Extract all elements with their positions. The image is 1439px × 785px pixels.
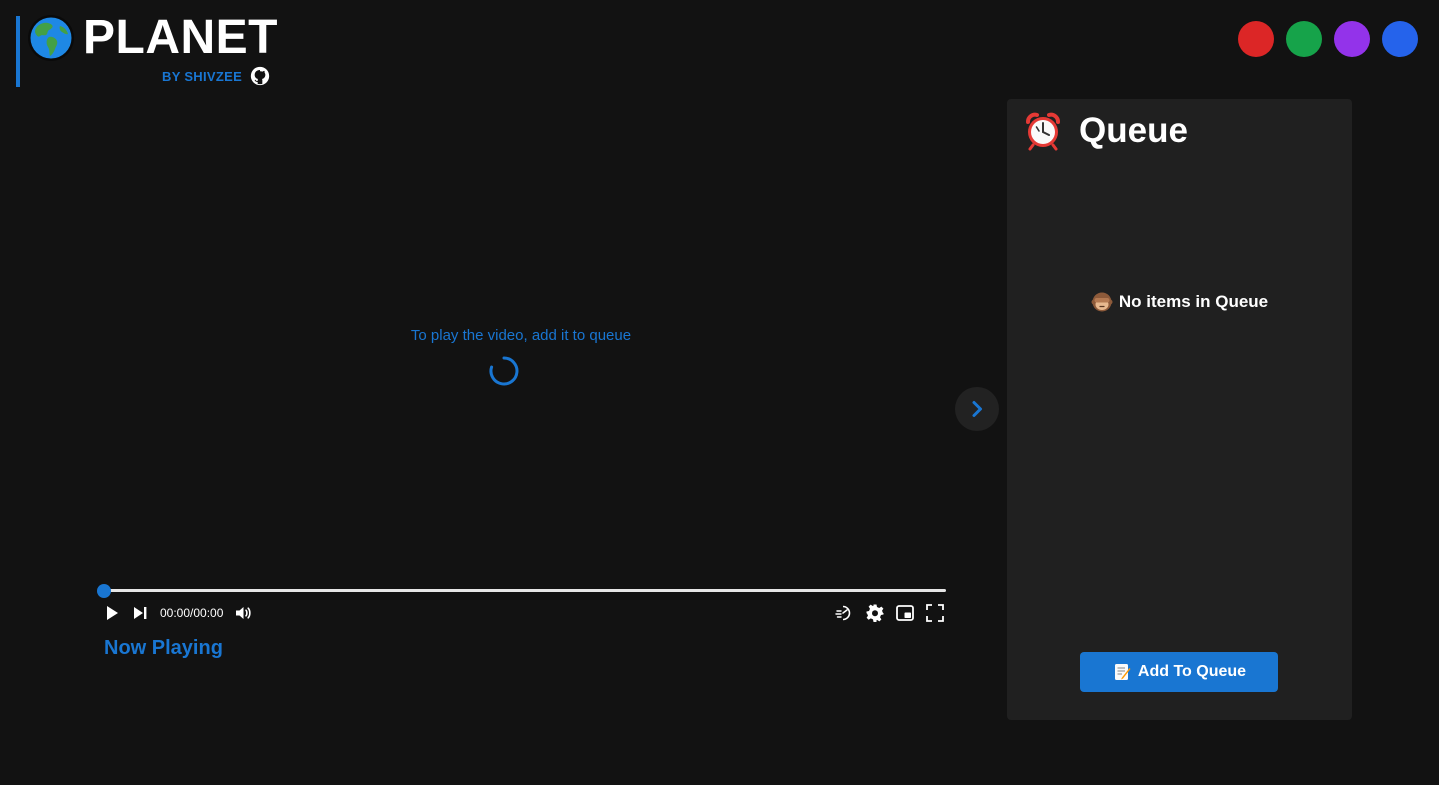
progress-track[interactable] — [104, 589, 946, 592]
settings-gear-icon[interactable] — [865, 603, 885, 623]
now-playing-label: Now Playing — [104, 637, 223, 659]
chevron-right-icon — [972, 401, 982, 417]
volume-icon[interactable] — [233, 603, 253, 623]
memo-icon — [1114, 664, 1131, 680]
app-title: PLANET — [83, 11, 278, 64]
queue-panel: Queue No items in Queue Add To Queue — [1007, 99, 1352, 720]
play-icon[interactable] — [102, 603, 122, 623]
queue-header: Queue — [1023, 111, 1188, 151]
see-no-evil-monkey-icon — [1091, 292, 1113, 312]
time-display: 00:00/00:00 — [160, 606, 224, 620]
player-controls-right — [835, 603, 945, 623]
brand-accent-bar — [16, 16, 20, 87]
theme-dot-red[interactable] — [1238, 21, 1274, 57]
queue-empty-text: No items in Queue — [1118, 292, 1269, 311]
theme-dot-green[interactable] — [1286, 21, 1322, 57]
author-link[interactable]: BY SHIVZEE — [162, 69, 242, 84]
brand-credit: BY SHIVZEE — [162, 66, 270, 86]
loading-spinner-icon — [489, 356, 519, 386]
fullscreen-icon[interactable] — [925, 603, 945, 623]
github-icon[interactable] — [250, 66, 270, 86]
alarm-clock-icon — [1026, 112, 1060, 151]
playback-speed-icon[interactable] — [835, 603, 855, 623]
add-to-queue-button[interactable]: Add To Queue — [1080, 652, 1278, 692]
queue-empty-state: No items in Queue — [1007, 291, 1352, 313]
progress-thumb[interactable] — [97, 584, 111, 598]
add-to-queue-label: Add To Queue — [1137, 663, 1247, 680]
theme-picker — [1238, 21, 1418, 57]
toggle-queue-button[interactable] — [955, 387, 999, 431]
player-controls-left: 00:00/00:00 — [102, 603, 253, 623]
video-player[interactable]: To play the video, add it to queue — [96, 99, 954, 599]
globe-americas-icon — [28, 15, 74, 61]
picture-in-picture-icon[interactable] — [895, 603, 915, 623]
skip-next-icon[interactable] — [130, 603, 150, 623]
app-root: PLANET BY SHIVZEE To play the video, add… — [0, 0, 1439, 785]
theme-dot-blue[interactable] — [1382, 21, 1418, 57]
queue-title: Queue — [1079, 111, 1188, 150]
player-empty-message: To play the video, add it to queue — [410, 327, 632, 344]
theme-dot-purple[interactable] — [1334, 21, 1370, 57]
